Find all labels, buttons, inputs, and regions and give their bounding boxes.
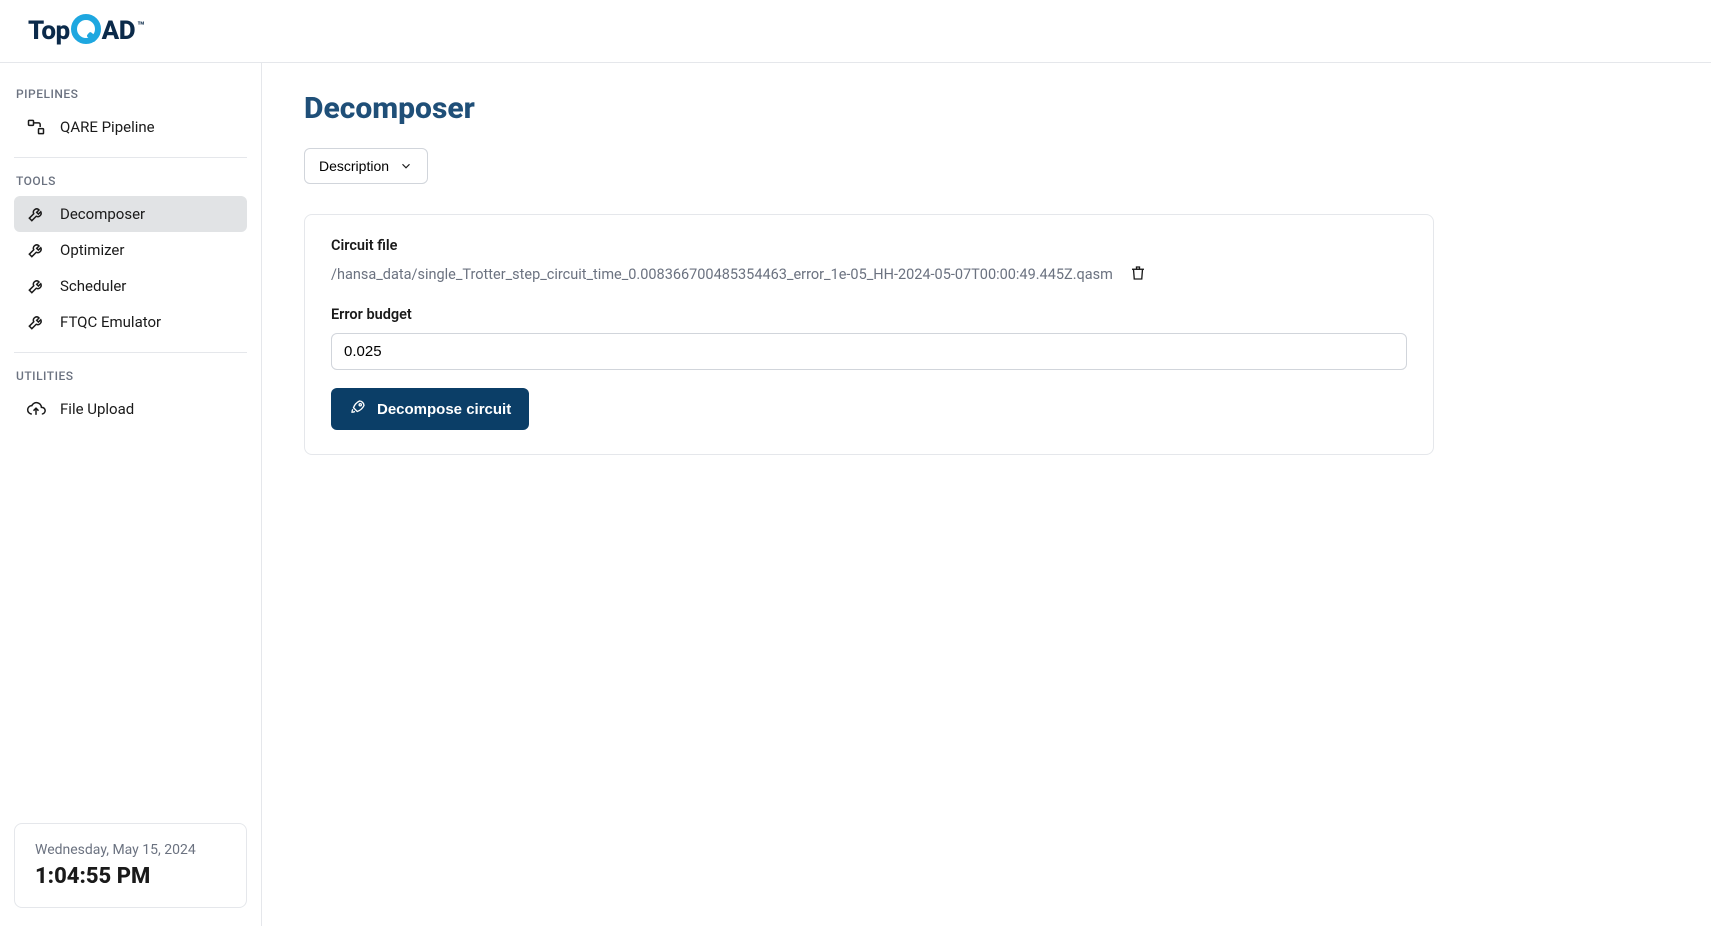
sidebar: PIPELINES QARE Pipeline TOOLS Decomposer… bbox=[0, 63, 262, 926]
sidebar-item-qare-pipeline[interactable]: QARE Pipeline bbox=[14, 109, 247, 145]
sidebar-item-label: File Upload bbox=[60, 400, 134, 418]
clock-date: Wednesday, May 15, 2024 bbox=[35, 842, 226, 858]
description-toggle[interactable]: Description bbox=[304, 148, 428, 184]
pipeline-icon bbox=[26, 117, 46, 137]
sidebar-item-ftqc-emulator[interactable]: FTQC Emulator bbox=[14, 304, 247, 340]
sidebar-item-decomposer[interactable]: Decomposer bbox=[14, 196, 247, 232]
rocket-icon bbox=[349, 398, 367, 420]
divider bbox=[14, 352, 247, 353]
sidebar-item-file-upload[interactable]: File Upload bbox=[14, 391, 247, 427]
sidebar-item-scheduler[interactable]: Scheduler bbox=[14, 268, 247, 304]
chevron-down-icon bbox=[399, 159, 413, 173]
decompose-circuit-button[interactable]: Decompose circuit bbox=[331, 388, 529, 430]
circuit-file-path: /hansa_data/single_Trotter_step_circuit_… bbox=[331, 266, 1113, 283]
sidebar-item-optimizer[interactable]: Optimizer bbox=[14, 232, 247, 268]
sidebar-item-label: Optimizer bbox=[60, 241, 124, 259]
wrench-icon bbox=[26, 312, 46, 332]
page-title: Decomposer bbox=[304, 91, 1669, 126]
description-toggle-label: Description bbox=[319, 158, 389, 174]
sidebar-section-tools: TOOLS bbox=[14, 170, 247, 196]
error-budget-label: Error budget bbox=[331, 306, 1407, 323]
delete-file-button[interactable] bbox=[1129, 264, 1149, 284]
circuit-file-row: /hansa_data/single_Trotter_step_circuit_… bbox=[331, 264, 1407, 284]
sidebar-section-pipelines: PIPELINES bbox=[14, 83, 247, 109]
logo-q-icon bbox=[71, 14, 101, 44]
sidebar-item-label: FTQC Emulator bbox=[60, 313, 161, 331]
logo-prefix: Top bbox=[28, 16, 70, 46]
sidebar-item-label: Scheduler bbox=[60, 277, 126, 295]
decomposer-panel: Circuit file /hansa_data/single_Trotter_… bbox=[304, 214, 1434, 455]
clock-time: 1:04:55 PM bbox=[35, 864, 226, 889]
wrench-icon bbox=[26, 240, 46, 260]
divider bbox=[14, 157, 247, 158]
clock-card: Wednesday, May 15, 2024 1:04:55 PM bbox=[14, 823, 247, 908]
logo-trademark: ™ bbox=[137, 19, 144, 33]
sidebar-section-utilities: UTILITIES bbox=[14, 365, 247, 391]
circuit-file-label: Circuit file bbox=[331, 237, 1407, 254]
wrench-icon bbox=[26, 204, 46, 224]
decompose-button-label: Decompose circuit bbox=[377, 401, 511, 418]
wrench-icon bbox=[26, 276, 46, 296]
app-header: Top AD ™ bbox=[0, 0, 1711, 63]
cloud-upload-icon bbox=[26, 399, 46, 419]
sidebar-item-label: Decomposer bbox=[60, 205, 145, 223]
app-logo: Top AD ™ bbox=[28, 16, 144, 46]
error-budget-input[interactable] bbox=[331, 333, 1407, 370]
trash-icon bbox=[1129, 267, 1147, 286]
sidebar-item-label: QARE Pipeline bbox=[60, 118, 155, 136]
main-content: Decomposer Description Circuit file /han… bbox=[262, 63, 1711, 926]
logo-suffix: AD bbox=[102, 16, 135, 46]
